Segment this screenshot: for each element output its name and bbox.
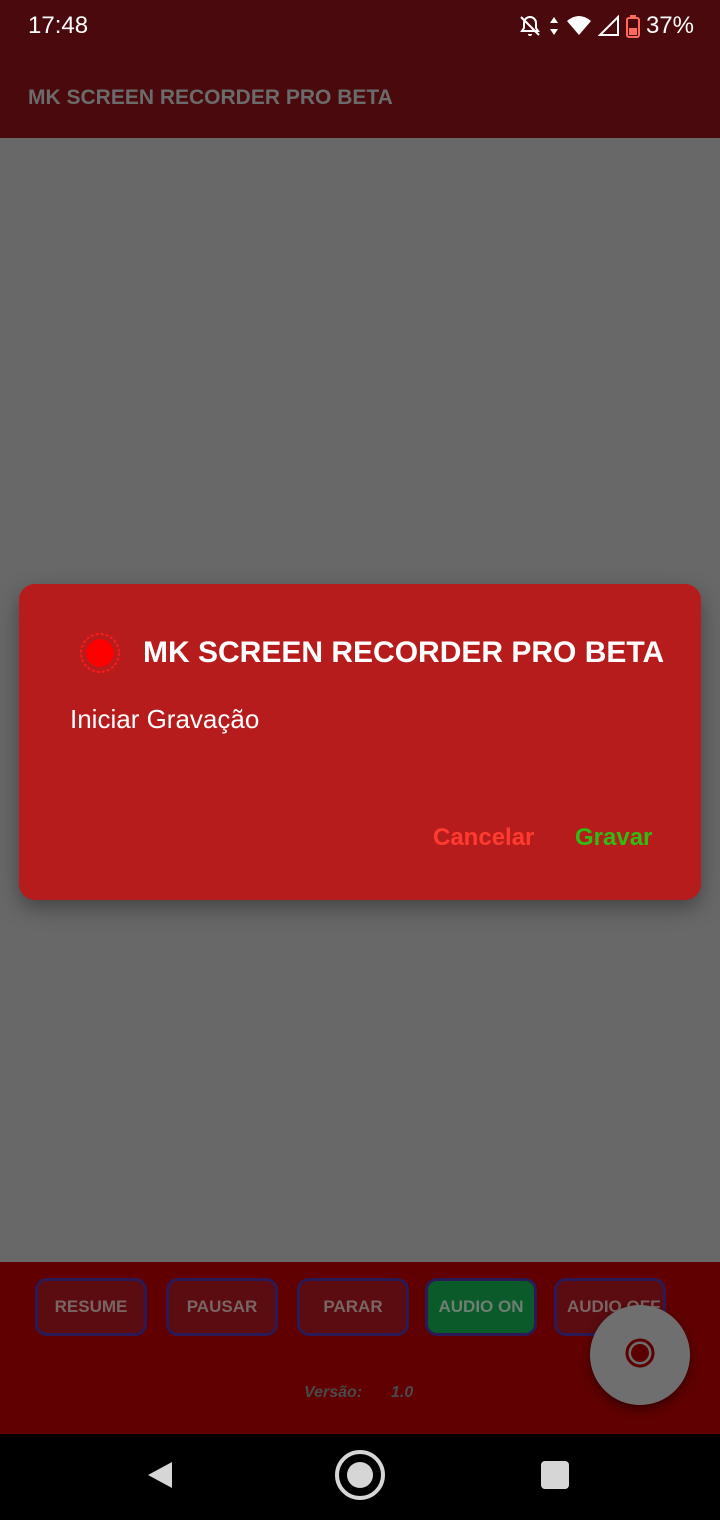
home-icon: [334, 1449, 386, 1506]
dialog-title: MK SCREEN RECORDER PRO BETA: [143, 636, 665, 669]
pause-button[interactable]: PAUSAR: [166, 1278, 278, 1336]
home-button[interactable]: [330, 1434, 390, 1520]
data-arrows-icon: [548, 14, 560, 38]
back-icon: [146, 1460, 174, 1495]
back-button[interactable]: [130, 1434, 190, 1520]
record-icon: [624, 1337, 656, 1374]
record-button[interactable]: Gravar: [575, 824, 652, 852]
app-title: MK SCREEN RECORDER PRO BETA: [28, 86, 393, 109]
recents-button[interactable]: [525, 1434, 585, 1520]
stop-button[interactable]: PARAR: [297, 1278, 409, 1336]
record-fab[interactable]: [590, 1305, 690, 1405]
app-bar: MK SCREEN RECORDER PRO BETA: [0, 52, 720, 138]
record-dialog: MK SCREEN RECORDER PRO BETA Iniciar Grav…: [19, 584, 701, 900]
battery-icon: [625, 14, 640, 38]
battery-percent: 37%: [645, 12, 694, 39]
signal-icon: [597, 14, 620, 38]
recents-icon: [540, 1460, 570, 1495]
wifi-icon: [566, 14, 592, 38]
record-icon: [79, 632, 121, 679]
cancel-button[interactable]: Cancelar: [433, 824, 534, 852]
resume-button[interactable]: RESUME: [35, 1278, 147, 1336]
status-bar: 17:48 37%: [0, 0, 720, 52]
status-time: 17:48: [28, 12, 89, 39]
version-label: Versão:: [304, 1384, 363, 1401]
dialog-message: Iniciar Gravação: [70, 704, 260, 734]
version-value: 1.0: [391, 1384, 414, 1401]
navigation-bar: [0, 1434, 720, 1520]
audio-on-button[interactable]: AUDIO ON: [425, 1278, 537, 1336]
notifications-off-icon: [518, 14, 542, 38]
status-icons: 37%: [518, 12, 694, 40]
